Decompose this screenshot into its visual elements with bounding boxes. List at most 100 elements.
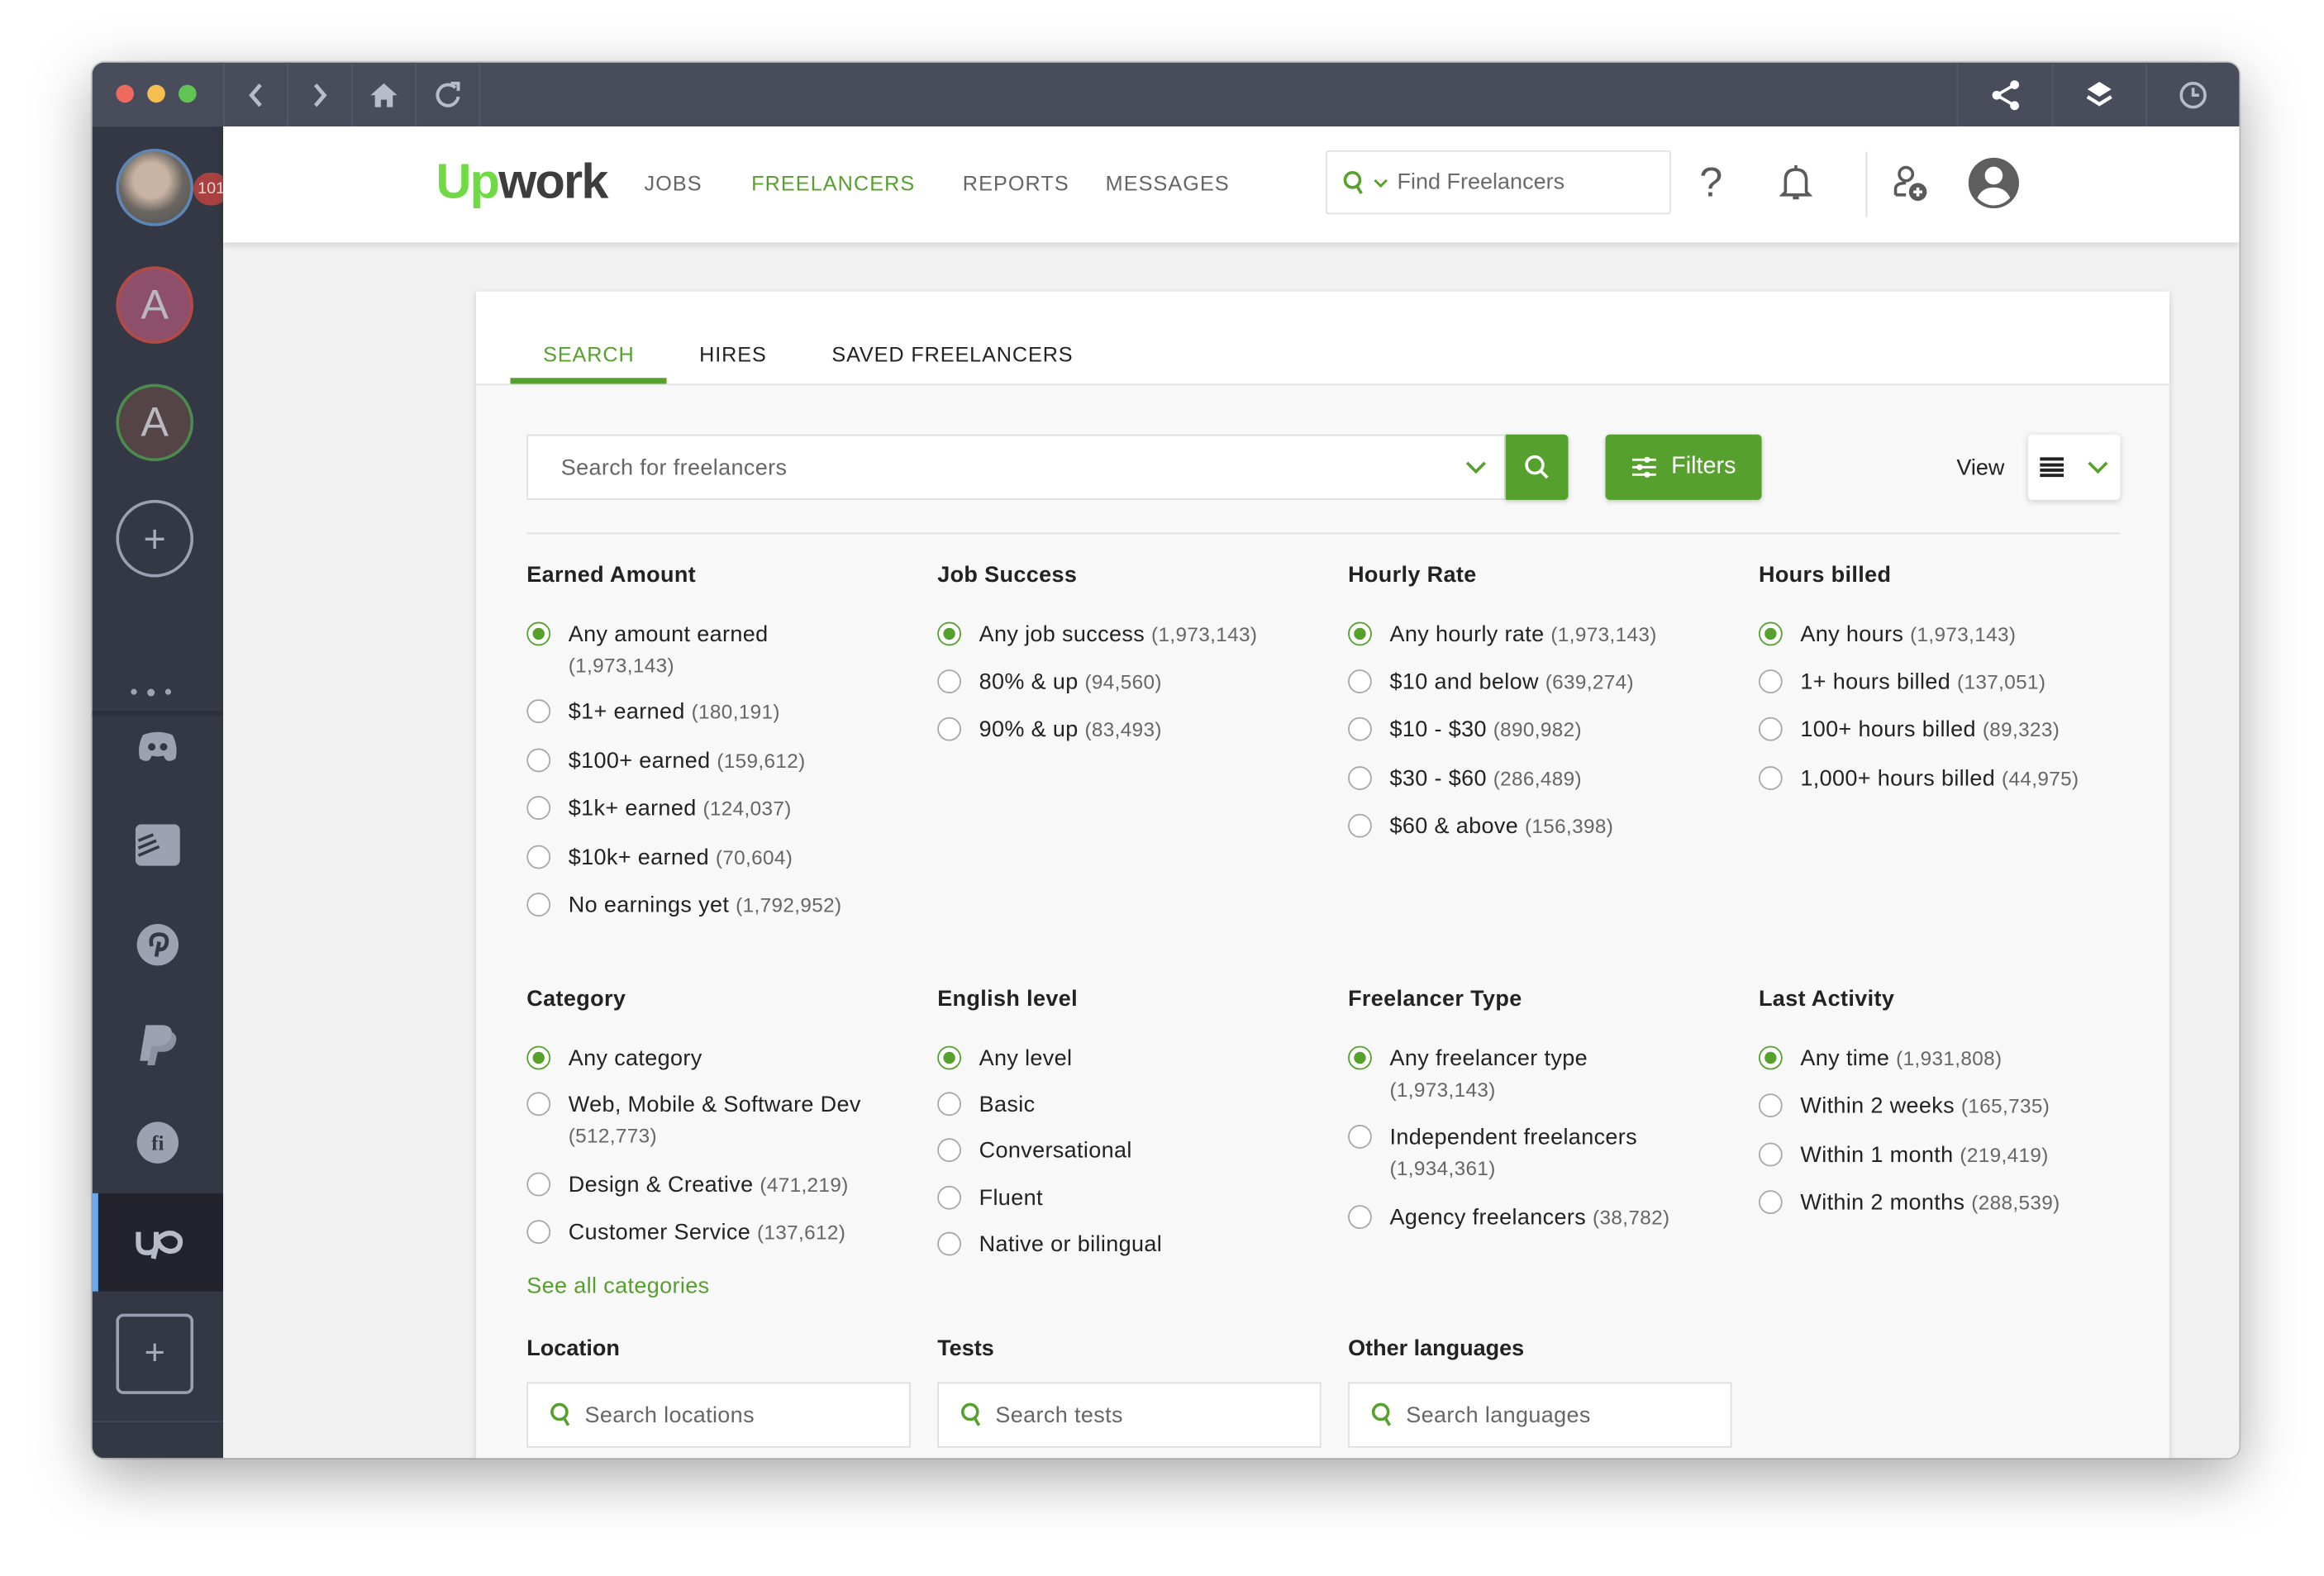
nav-jobs[interactable]: JOBS (645, 171, 702, 195)
radio-selected[interactable] (937, 621, 961, 646)
sidebar-app-discord[interactable] (93, 714, 223, 779)
chevron-down-icon[interactable] (1374, 176, 1388, 188)
filter-option[interactable]: 1,000+ hours billed (44,975) (1758, 764, 2239, 795)
radio-unselected[interactable] (1348, 766, 1372, 790)
radio-unselected[interactable] (1758, 1093, 1783, 1118)
settings-button[interactable] (93, 1441, 223, 1458)
radio-selected[interactable] (1348, 621, 1372, 646)
more-dots-icon[interactable] (131, 688, 172, 697)
filter-option[interactable]: $100+ earned (159,612) (526, 745, 1014, 777)
radio-unselected[interactable] (937, 1185, 961, 1210)
nav-reports[interactable]: REPORTS (963, 171, 1069, 195)
option-count: (165,735) (1960, 1095, 2050, 1118)
sidebar-app-todoist[interactable] (93, 812, 223, 878)
account-menu-button[interactable] (1967, 156, 2021, 210)
filter-option[interactable]: Any time (1,931,808) (1758, 1043, 2239, 1074)
add-account-button[interactable]: + (116, 499, 194, 578)
radio-unselected[interactable] (1348, 1125, 1372, 1149)
reload-button[interactable] (415, 62, 481, 127)
filter-option[interactable]: Any freelancer type (1,973,143) (1348, 1043, 1761, 1106)
radio-unselected[interactable] (1758, 1142, 1783, 1167)
forward-button[interactable] (287, 62, 353, 127)
search-languages-input[interactable]: Search languages (1348, 1382, 1732, 1448)
sidebar-app-fiverr[interactable]: fi (93, 1110, 223, 1175)
view-toggle[interactable] (2027, 434, 2121, 500)
radio-unselected[interactable] (937, 669, 961, 693)
sidebar-app-pinterest[interactable] (93, 912, 223, 978)
radio-unselected[interactable] (1348, 669, 1372, 693)
radio-unselected[interactable] (526, 1172, 551, 1197)
account-avatar-2[interactable]: A (116, 383, 194, 462)
radio-unselected[interactable] (526, 699, 551, 723)
radio-selected[interactable] (1758, 1045, 1783, 1070)
search-button[interactable] (1505, 434, 1569, 500)
filter-option[interactable]: $1k+ earned (124,037) (526, 793, 1014, 825)
filter-option[interactable]: Web, Mobile & Software Dev (512,773) (526, 1089, 940, 1152)
help-button[interactable]: ? (1684, 156, 1738, 210)
filter-option[interactable]: Independent freelancers (1,934,361) (1348, 1121, 1761, 1184)
radio-unselected[interactable] (1758, 717, 1783, 741)
radio-unselected[interactable] (526, 845, 551, 869)
sidebar-app-upwork[interactable] (92, 1193, 224, 1292)
radio-selected[interactable] (526, 621, 551, 646)
tab-search[interactable]: SEARCH (543, 342, 634, 366)
radio-selected[interactable] (1758, 621, 1783, 646)
radio-selected[interactable] (937, 1045, 961, 1070)
filters-button[interactable]: Filters (1605, 434, 1762, 500)
profile-avatar[interactable]: 101 (116, 149, 230, 226)
filter-option[interactable]: $10k+ earned (70,604) (526, 842, 1014, 874)
freelancer-search-input[interactable]: Search for freelancers (526, 434, 1506, 500)
radio-unselected[interactable] (526, 1220, 551, 1245)
option-label: Within 2 months (1800, 1190, 1965, 1216)
radio-unselected[interactable] (1348, 813, 1372, 838)
share-button[interactable] (1956, 62, 2054, 127)
add-app-button[interactable]: + (116, 1313, 194, 1394)
see-all-categories-link[interactable]: See all categories (526, 1274, 709, 1299)
radio-unselected[interactable] (1758, 669, 1783, 693)
filter-option[interactable]: Within 2 months (288,539) (1758, 1188, 2239, 1219)
filter-option[interactable]: 100+ hours billed (89,323) (1758, 714, 2239, 745)
filter-option[interactable]: Within 1 month (219,419) (1758, 1140, 2239, 1171)
radio-unselected[interactable] (1348, 717, 1372, 741)
home-button[interactable] (351, 62, 417, 127)
notifications-button[interactable] (1769, 156, 1823, 210)
back-button[interactable] (223, 62, 289, 127)
radio-unselected[interactable] (937, 1231, 961, 1256)
tab-saved-freelancers[interactable]: SAVED FREELANCERS (831, 342, 1073, 366)
filter-option[interactable]: Any amount earned (1,973,143) (526, 619, 940, 682)
minimize-window-button[interactable] (147, 84, 165, 103)
radio-selected[interactable] (1348, 1045, 1372, 1070)
layers-button[interactable] (2052, 62, 2147, 127)
filter-option[interactable]: Within 2 weeks (165,735) (1758, 1091, 2239, 1122)
filter-option[interactable]: Native or bilingual (937, 1229, 1425, 1260)
nav-messages[interactable]: MESSAGES (1106, 171, 1230, 195)
sidebar-app-paypal[interactable] (93, 1012, 223, 1077)
tab-hires[interactable]: HIRES (699, 342, 767, 366)
radio-unselected[interactable] (526, 796, 551, 820)
chevron-down-icon[interactable] (1465, 459, 1486, 474)
upwork-logo[interactable]: Upwork (436, 153, 608, 209)
invite-user-button[interactable] (1883, 156, 1937, 210)
nav-freelancers[interactable]: FREELANCERS (751, 171, 915, 195)
maximize-window-button[interactable] (179, 84, 197, 103)
radio-unselected[interactable] (937, 717, 961, 741)
radio-unselected[interactable] (937, 1138, 961, 1163)
find-freelancers-input[interactable]: Find Freelancers (1326, 150, 1671, 215)
radio-selected[interactable] (526, 1045, 551, 1070)
filter-option[interactable]: $60 & above (156,398) (1348, 811, 1836, 842)
account-avatar-1[interactable]: A (116, 266, 194, 344)
radio-unselected[interactable] (526, 748, 551, 773)
filter-option[interactable]: 1+ hours billed (137,051) (1758, 667, 2239, 698)
close-window-button[interactable] (116, 84, 135, 103)
search-locations-input[interactable]: Search locations (526, 1382, 911, 1448)
radio-unselected[interactable] (937, 1092, 961, 1117)
radio-unselected[interactable] (526, 893, 551, 917)
radio-unselected[interactable] (526, 1092, 551, 1117)
radio-unselected[interactable] (1758, 1190, 1783, 1215)
radio-unselected[interactable] (1758, 766, 1783, 790)
radio-unselected[interactable] (1348, 1205, 1372, 1230)
search-tests-input[interactable]: Search tests (937, 1382, 1322, 1448)
filter-option[interactable]: No earnings yet (1,792,952) (526, 890, 1014, 921)
history-button[interactable] (2147, 63, 2240, 126)
filter-option[interactable]: Any hours (1,973,143) (1758, 619, 2239, 650)
